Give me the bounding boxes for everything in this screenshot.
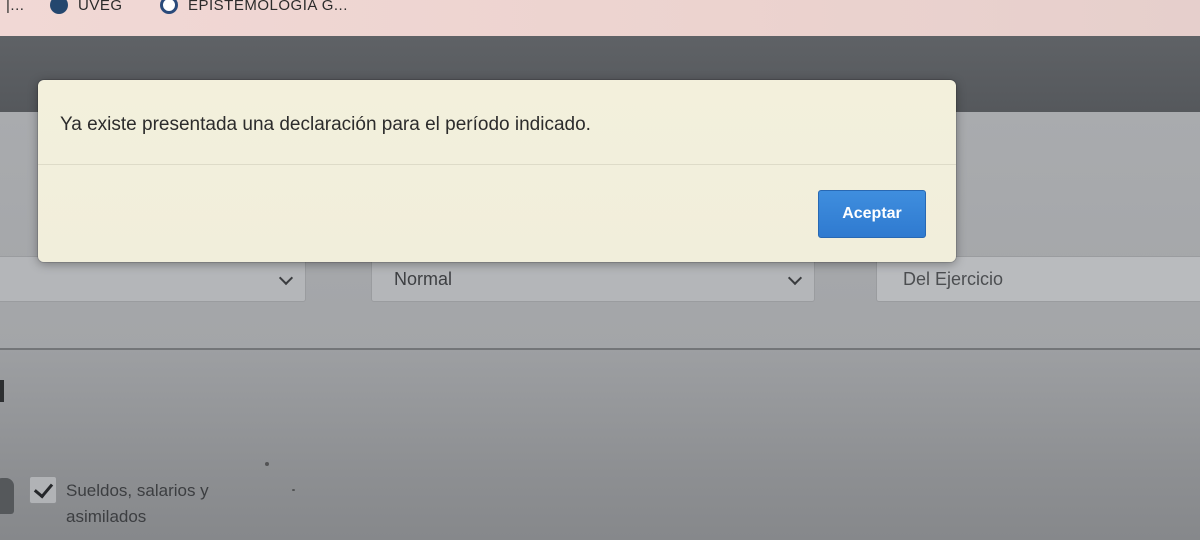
- bookmark-uveg[interactable]: UVEG: [50, 0, 123, 16]
- alert-dialog: Ya existe presentada una declaración par…: [38, 80, 956, 262]
- person-icon: [0, 478, 14, 514]
- sueldos-checkbox[interactable]: [29, 476, 57, 504]
- sueldos-label: Sueldos, salarios y asimilados: [66, 481, 209, 526]
- select-field-left[interactable]: [0, 256, 306, 302]
- chevron-down-icon: [278, 270, 294, 286]
- bookmarks-bar: |... UVEG EPISTEMOLOGIA G...: [0, 0, 1200, 36]
- edge-mark: [0, 380, 4, 402]
- bookmark-epistemologia-label: EPISTEMOLOGIA G...: [188, 0, 348, 14]
- page: |... UVEG EPISTEMOLOGIA G... Normal Del …: [0, 0, 1200, 540]
- dust-speck: [292, 489, 295, 491]
- periodo-field: Del Ejercicio: [876, 256, 1200, 302]
- bookmark-apps-label: |...: [6, 0, 25, 14]
- bookmark-epistemologia[interactable]: EPISTEMOLOGIA G...: [160, 0, 348, 16]
- accept-button[interactable]: Aceptar: [818, 190, 926, 238]
- select-tipo-value: Normal: [394, 268, 453, 289]
- periodo-value: Del Ejercicio: [903, 268, 1004, 289]
- dialog-message: Ya existe presentada una declaración par…: [60, 114, 591, 135]
- checkmark-icon: [33, 478, 54, 499]
- uveg-favicon-icon: [50, 0, 68, 14]
- dialog-separator: [38, 164, 956, 165]
- select-tipo-declaracion[interactable]: Normal: [371, 256, 815, 302]
- dust-speck: [265, 462, 269, 466]
- chevron-down-icon: [787, 270, 803, 286]
- bookmark-uveg-label: UVEG: [78, 0, 123, 14]
- globe-favicon-icon: [160, 0, 178, 14]
- bookmark-apps[interactable]: |...: [6, 0, 24, 16]
- checkbox-row-sueldos[interactable]: Sueldos, salarios y asimilados: [0, 474, 300, 534]
